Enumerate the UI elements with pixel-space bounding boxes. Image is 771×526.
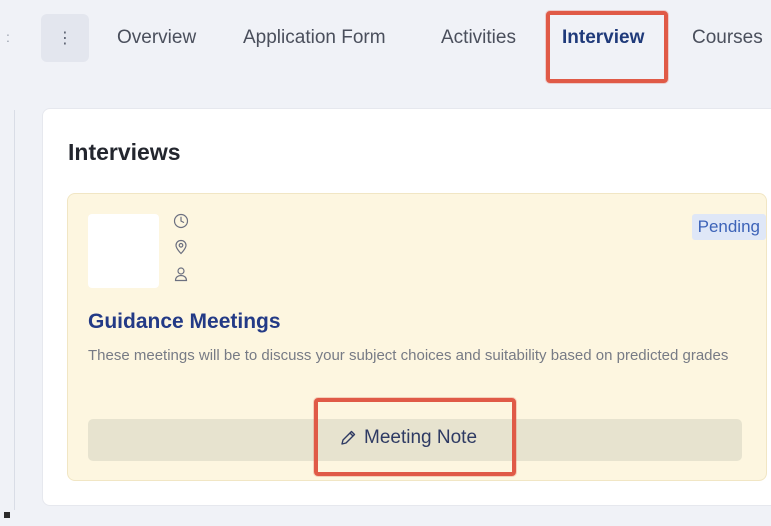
vertical-ellipsis-icon: ⋮ [57, 30, 73, 47]
person-icon [174, 267, 188, 282]
interview-thumbnail [88, 214, 159, 288]
card-title: Interviews [68, 139, 181, 165]
tab-courses[interactable]: Courses [692, 26, 763, 50]
interview-description: These meetings will be to discuss your s… [88, 347, 729, 364]
tab-bar: ⋮ Overview Application Form Activities I… [0, 0, 771, 105]
tab-application-form[interactable]: Application Form [243, 26, 386, 50]
clock-icon [173, 213, 189, 229]
left-divider [14, 110, 15, 510]
tab-overview[interactable]: Overview [117, 26, 196, 50]
page: : ⋮ Overview Application Form Activities… [0, 0, 771, 526]
interview-title: Guidance Meetings [88, 310, 281, 333]
more-options-button[interactable]: ⋮ [41, 14, 89, 62]
tab-activities[interactable]: Activities [441, 26, 516, 50]
interview-tab-highlight [546, 11, 668, 83]
edge-marker [4, 512, 10, 518]
status-badge: Pending [691, 214, 766, 240]
meeting-note-highlight [314, 398, 516, 476]
location-pin-icon [175, 239, 187, 255]
